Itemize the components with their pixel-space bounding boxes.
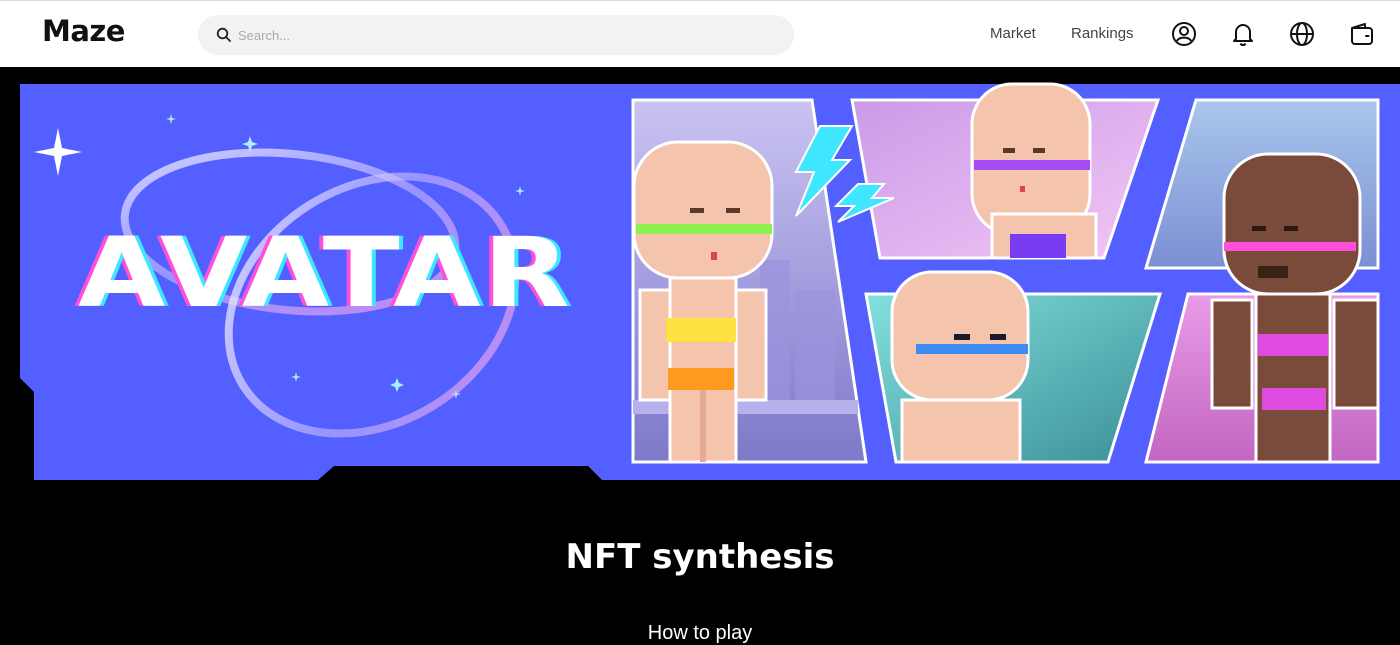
hero-banner: AVATAR AVATAR AVATAR (0, 67, 1400, 499)
search-bar[interactable] (198, 15, 794, 55)
avatar-banner-art: AVATAR AVATAR AVATAR (20, 82, 1400, 480)
nav-market-link[interactable]: Market (990, 25, 1036, 42)
user-icon[interactable] (1171, 21, 1197, 47)
search-icon (216, 27, 231, 42)
banner-title-main: AVATAR (78, 217, 572, 329)
bell-icon[interactable] (1230, 21, 1256, 47)
avatar-figure-2 (970, 82, 1098, 260)
nav-rankings-link[interactable]: Rankings (1071, 25, 1134, 42)
how-to-play-link[interactable]: How to play (0, 622, 1400, 645)
page-title: NFT synthesis (565, 537, 835, 577)
search-input[interactable] (238, 15, 778, 55)
logo[interactable]: Maze (42, 14, 125, 48)
avatar-figure-4 (890, 270, 1030, 464)
top-nav-bar: Maze Market Rankings (0, 0, 1400, 67)
wallet-icon[interactable] (1349, 21, 1375, 47)
globe-icon[interactable] (1289, 21, 1315, 47)
